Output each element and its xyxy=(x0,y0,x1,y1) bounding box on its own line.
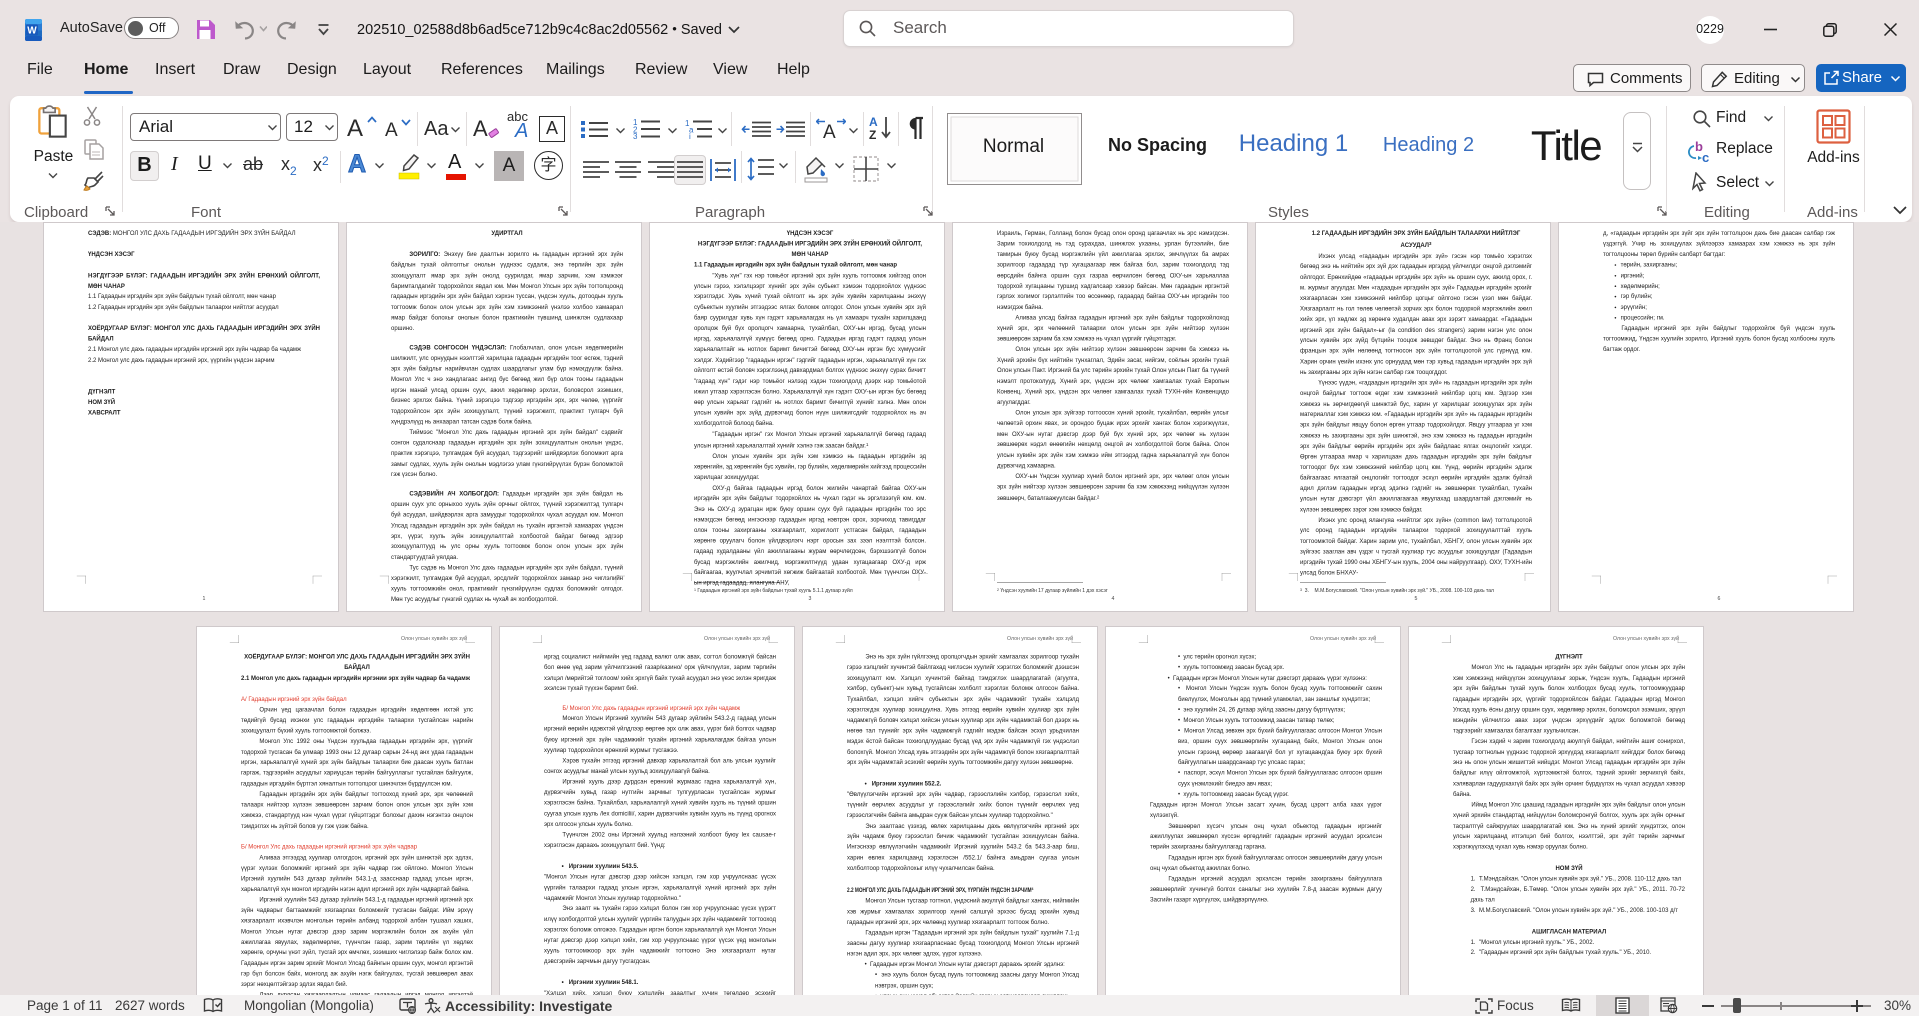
svg-text:Z: Z xyxy=(869,128,876,141)
svg-text:3: 3 xyxy=(633,132,638,139)
svg-text:A: A xyxy=(823,122,836,140)
svg-text:c: c xyxy=(1702,150,1709,164)
svg-text:i: i xyxy=(689,132,691,139)
svg-text:W: W xyxy=(27,26,37,37)
svg-text:A: A xyxy=(869,115,878,129)
